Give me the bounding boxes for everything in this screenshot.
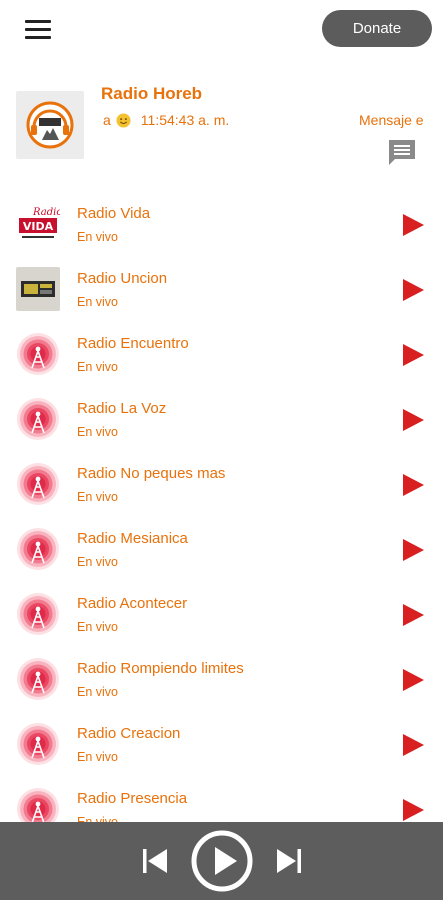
now-playing-time: 11:54:43 a. m.: [140, 112, 230, 128]
player-bar: [0, 822, 443, 900]
station-status: En vivo: [77, 295, 118, 309]
hamburger-menu-icon[interactable]: [22, 17, 54, 41]
skip-next-icon[interactable]: [274, 846, 304, 876]
station-status: En vivo: [77, 685, 118, 699]
radio-tower-icon: [16, 527, 60, 571]
play-icon[interactable]: [400, 342, 426, 368]
station-status: En vivo: [77, 490, 118, 504]
station-name: Radio Rompiendo limites: [77, 660, 244, 677]
radio-uncion-logo: [16, 267, 60, 311]
play-icon[interactable]: [400, 407, 426, 433]
now-playing-panel: Radio Horeb a 11:54:43 a. m. Mensaje e: [0, 75, 443, 175]
station-status: En vivo: [77, 750, 118, 764]
radio-horeb-logo: [16, 91, 84, 159]
play-icon[interactable]: [400, 537, 426, 563]
radio-tower-icon: [16, 722, 60, 766]
smile-emoji-icon: [116, 112, 131, 128]
station-name: Radio Vida: [77, 205, 151, 222]
play-icon[interactable]: [400, 277, 426, 303]
station-row[interactable]: Radio Mesianica En vivo: [0, 519, 443, 584]
radio-tower-icon: [16, 657, 60, 701]
station-name: Radio Encuentro: [77, 335, 189, 352]
station-row[interactable]: Radio No peques mas En vivo: [0, 454, 443, 519]
svg-text:VIDA: VIDA: [23, 220, 54, 233]
station-status: En vivo: [77, 230, 118, 244]
radio-tower-icon: [16, 397, 60, 441]
station-name: Radio Acontecer: [77, 595, 188, 612]
station-row[interactable]: Radio VIDA Radio Vida En vivo: [0, 194, 443, 259]
station-name: Radio La Voz: [77, 400, 167, 417]
station-row[interactable]: Radio La Voz En vivo: [0, 389, 443, 454]
radio-vida-logo: Radio VIDA: [16, 202, 62, 246]
station-row[interactable]: Radio Acontecer En vivo: [0, 584, 443, 649]
play-icon[interactable]: [400, 212, 426, 238]
play-circle-icon[interactable]: [190, 829, 254, 893]
radio-tower-icon: [16, 592, 60, 636]
station-status: En vivo: [77, 360, 118, 374]
station-row[interactable]: Radio Uncion En vivo: [0, 259, 443, 324]
now-playing-title: Radio Horeb: [101, 84, 203, 103]
now-playing-prefix: a: [103, 112, 111, 128]
station-status: En vivo: [77, 425, 118, 439]
station-name: Radio Creacion: [77, 725, 181, 742]
svg-text:Radio: Radio: [32, 207, 60, 218]
play-icon[interactable]: [400, 472, 426, 498]
skip-previous-icon[interactable]: [140, 846, 170, 876]
station-list: Radio VIDA Radio Vida En vivo Radio Uncion En…: [0, 194, 443, 844]
station-name: Radio No peques mas: [77, 465, 226, 482]
station-status: En vivo: [77, 555, 118, 569]
donate-button[interactable]: Donate: [322, 10, 432, 47]
radio-tower-icon: [16, 462, 60, 506]
station-name: Radio Presencia: [77, 790, 188, 807]
top-bar: Donate: [0, 0, 443, 60]
station-row[interactable]: Radio Creacion En vivo: [0, 714, 443, 779]
play-icon[interactable]: [400, 667, 426, 693]
radio-tower-icon: [16, 332, 60, 376]
station-name: Radio Mesianica: [77, 530, 188, 547]
station-row[interactable]: Radio Encuentro En vivo: [0, 324, 443, 389]
now-playing-message: Mensaje e: [359, 112, 424, 128]
now-playing-subtitle: a 11:54:43 a. m.: [103, 112, 229, 128]
station-status: En vivo: [77, 620, 118, 634]
station-row[interactable]: Radio Rompiendo limites En vivo: [0, 649, 443, 714]
play-icon[interactable]: [400, 797, 426, 823]
chat-message-icon[interactable]: [387, 138, 417, 166]
play-icon[interactable]: [400, 602, 426, 628]
play-icon[interactable]: [400, 732, 426, 758]
station-name: Radio Uncion: [77, 270, 168, 287]
